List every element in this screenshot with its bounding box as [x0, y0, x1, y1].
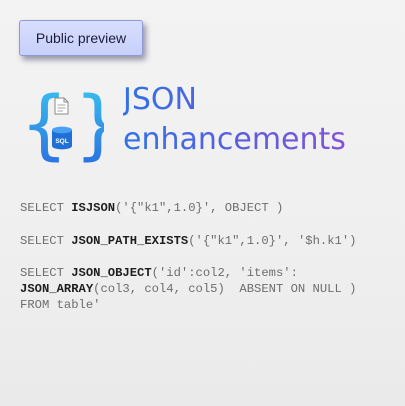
sql-label: SQL: [55, 138, 68, 145]
document-icon: [54, 97, 69, 115]
code-line-json-object: SELECT JSON_OBJECT('id':col2, 'items':: [20, 266, 298, 280]
code-line-isjson: SELECT ISJSON('{"k1",1.0}', OBJECT ): [20, 201, 284, 215]
code-line-json-array: JSON_ARRAY(col3, col4, col5) ABSENT ON N…: [20, 282, 357, 296]
close-brace-icon: }: [74, 80, 104, 166]
sql-database-icon: SQL: [52, 126, 72, 150]
keyword-isjson: ISJSON: [71, 201, 116, 215]
code-line-from-table: FROM table': [20, 298, 101, 312]
keyword-json-path-exists: JSON_PATH_EXISTS: [71, 234, 189, 248]
public-preview-badge: Public preview: [19, 20, 143, 56]
json-logo-icon: { } SQL: [20, 80, 104, 166]
page-title: JSON enhancements: [123, 80, 346, 160]
keyword-json-array: JSON_ARRAY: [20, 282, 94, 296]
code-line-json-path-exists: SELECT JSON_PATH_EXISTS('{"k1",1.0}', '$…: [20, 234, 357, 248]
keyword-json-object: JSON_OBJECT: [71, 266, 152, 280]
title-line-1: JSON: [123, 82, 197, 117]
title-line-2: enhancements: [123, 122, 346, 157]
open-brace-icon: {: [20, 80, 68, 166]
